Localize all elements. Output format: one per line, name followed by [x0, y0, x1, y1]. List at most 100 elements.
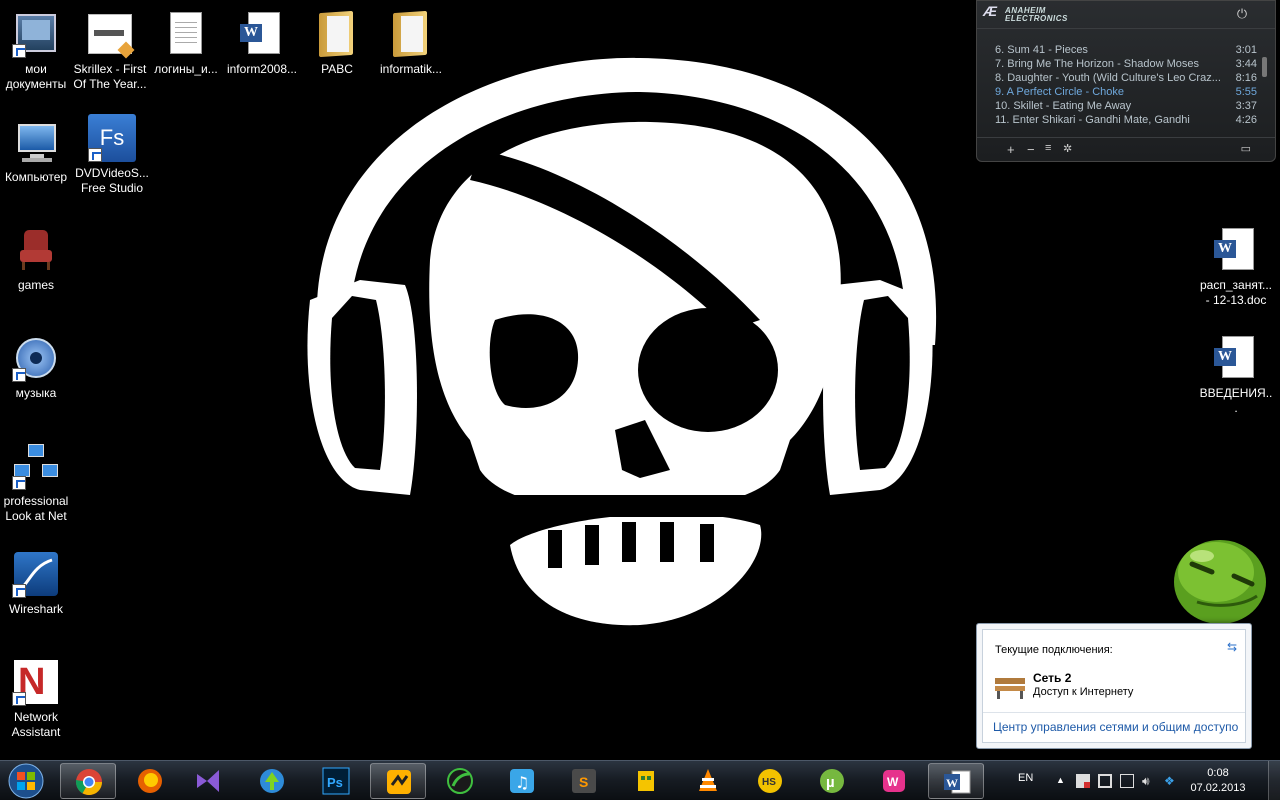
word-icon: W: [944, 770, 971, 794]
winamp-icon: [387, 770, 411, 794]
taskbar-firefox[interactable]: [122, 763, 178, 799]
taskbar-pink-app[interactable]: W: [866, 763, 922, 799]
armchair-icon: [12, 226, 60, 274]
divider: [983, 712, 1245, 713]
green-blob-gadget[interactable]: [1172, 534, 1268, 626]
music-notes-icon: ♫: [510, 769, 534, 793]
svg-text:S: S: [579, 774, 588, 790]
ae-logo-icon: Æ: [983, 3, 998, 19]
desktop-icon-label: логины_и...: [154, 62, 218, 76]
desktop-icon-computer[interactable]: Компьютер: [0, 114, 74, 185]
desktop-icon-label: музыка: [15, 386, 57, 400]
desktop-icon-informatik[interactable]: informatik...: [373, 6, 449, 77]
desktop-icon-professional-look[interactable]: professional Look at Net: [0, 438, 74, 524]
svg-text:HS: HS: [762, 777, 776, 788]
taskbar-chrome[interactable]: [60, 763, 116, 799]
network-computers-icon: [12, 442, 60, 490]
settings-icon[interactable]: ✲: [1063, 142, 1072, 155]
taskbar-visual-studio[interactable]: [180, 763, 236, 799]
show-desktop-button[interactable]: [1268, 761, 1280, 800]
desktop-icon-dvdvideosoft[interactable]: Fs DVDVideoS... Free Studio: [74, 110, 150, 196]
desktop-icon-label: Skrillex - First Of The Year...: [73, 62, 147, 91]
mascot-app-icon: [638, 771, 654, 791]
clock-time[interactable]: 0:08: [1190, 767, 1246, 779]
media-player-widget[interactable]: Æ ANAHEIM ELECTRONICS ⏻ 6. Sum 41 - Piec…: [976, 0, 1276, 162]
green-player-icon: [447, 768, 473, 794]
popup-heading: Текущие подключения:: [995, 644, 1113, 656]
player-controls-bar: + − ≡ ✲ ▭: [977, 137, 1275, 161]
svg-text:W: W: [946, 776, 958, 790]
dropbox-icon[interactable]: ❖: [1164, 774, 1178, 788]
desktop-icon-games[interactable]: games: [0, 222, 74, 293]
shortcut-arrow-icon: [12, 44, 26, 58]
power-button[interactable]: ⏻: [1231, 6, 1253, 24]
my-documents-icon: [12, 10, 60, 58]
firefox-icon: [138, 769, 162, 793]
desktop-icon-inform2008[interactable]: W inform2008...: [224, 6, 300, 77]
network-status-icon[interactable]: [1120, 774, 1134, 788]
network-center-link[interactable]: Центр управления сетями и общим доступо: [993, 720, 1238, 734]
playlist-item[interactable]: 8. Daughter - Youth (Wild Culture's Leo …: [995, 71, 1257, 85]
network-bench-icon: [995, 678, 1025, 699]
desktop-icon-my-documents[interactable]: мои документы: [0, 6, 74, 92]
taskbar-vlc[interactable]: [680, 763, 736, 799]
start-button[interactable]: [4, 762, 48, 800]
desktop-icon-network-assistant[interactable]: N Network Assistant: [0, 654, 74, 740]
volume-icon[interactable]: 🔊︎: [1142, 774, 1156, 788]
device-icon[interactable]: [1098, 774, 1112, 788]
wireshark-icon: [12, 550, 60, 598]
network-connections-popup[interactable]: Текущие подключения: ⇆ Сеть 2 Доступ к И…: [976, 623, 1252, 749]
folder-open-icon[interactable]: ▭: [1241, 142, 1251, 155]
utorrent-icon: µ: [820, 769, 844, 793]
playlist-item[interactable]: 10. Skillet - Eating Me Away 3:37: [995, 99, 1257, 113]
show-hidden-icons-icon[interactable]: ▲: [1056, 775, 1065, 785]
remove-icon[interactable]: −: [1027, 142, 1035, 157]
desktop-icon-skrillex[interactable]: Skrillex - First Of The Year...: [72, 6, 148, 92]
svg-text:µ: µ: [826, 774, 835, 791]
word-document-icon: W: [238, 10, 286, 58]
clock-date[interactable]: 07.02.2013: [1184, 782, 1252, 794]
taskbar-downloader[interactable]: [244, 763, 300, 799]
taskbar-mascot-app[interactable]: [618, 763, 674, 799]
no-network-flag-icon[interactable]: [1076, 774, 1090, 788]
shortcut-arrow-icon: [12, 584, 26, 598]
desktop-icon-label: DVDVideoS... Free Studio: [75, 166, 149, 195]
taskbar-music-notes[interactable]: ♫: [494, 763, 550, 799]
taskbar-word[interactable]: W: [928, 763, 984, 799]
taskbar-utorrent[interactable]: µ: [804, 763, 860, 799]
taskbar-winamp[interactable]: [370, 763, 426, 799]
system-tray: EN ▲ 🔊︎ ❖ 0:08 07.02.2013: [984, 761, 1280, 800]
svg-text:Ps: Ps: [327, 775, 343, 790]
playlist-item[interactable]: 6. Sum 41 - Pieces 3:01: [995, 43, 1257, 57]
list-icon[interactable]: ≡: [1045, 142, 1051, 154]
desktop-icon-music[interactable]: музыка: [0, 330, 74, 401]
pink-app-icon: W: [883, 770, 905, 792]
desktop-icon-pabc[interactable]: PABC: [299, 6, 375, 77]
playlist-item[interactable]: 11. Enter Shikari - Gandhi Mate, Gandhi 4…: [995, 113, 1257, 127]
desktop-icon-vvedeniya[interactable]: W ВВЕДЕНИЯ...: [1198, 330, 1274, 416]
taskbar-sublime-text[interactable]: S: [556, 763, 612, 799]
folder-icon: [313, 10, 361, 58]
fs-app-icon: Fs: [88, 114, 136, 162]
desktop-icon-label: informatik...: [379, 62, 442, 76]
popup-body: Текущие подключения: ⇆ Сеть 2 Доступ к И…: [982, 629, 1246, 743]
playlist-item-active[interactable]: 9. A Perfect Circle - Choke 5:55: [995, 85, 1257, 99]
desktop-icon-wireshark[interactable]: Wireshark: [0, 546, 74, 617]
taskbar-hs-app[interactable]: HS: [742, 763, 798, 799]
desktop-icon-logins[interactable]: логины_и...: [148, 6, 224, 77]
playlist-scrollbar[interactable]: [1262, 57, 1267, 77]
visual-studio-icon: [197, 770, 219, 792]
network-assistant-icon: N: [12, 658, 60, 706]
add-icon[interactable]: +: [1007, 142, 1015, 157]
desktop-icon-label: professional Look at Net: [3, 494, 69, 523]
taskbar-photoshop[interactable]: Ps: [308, 763, 364, 799]
refresh-icon[interactable]: ⇆: [1227, 640, 1237, 654]
desktop-icon-rasp-zanyat[interactable]: W расп_занят... - 12-13.doc: [1198, 222, 1274, 308]
taskbar-green-player[interactable]: [432, 763, 488, 799]
folder-icon: [387, 10, 435, 58]
word-document-icon: W: [1212, 226, 1260, 274]
language-indicator[interactable]: EN: [1018, 772, 1033, 784]
svg-text:W: W: [887, 775, 899, 789]
playlist-item[interactable]: 7. Bring Me The Horizon - Shadow Moses 3:…: [995, 57, 1257, 71]
player-title-bar[interactable]: Æ ANAHEIM ELECTRONICS ⏻: [977, 1, 1275, 29]
